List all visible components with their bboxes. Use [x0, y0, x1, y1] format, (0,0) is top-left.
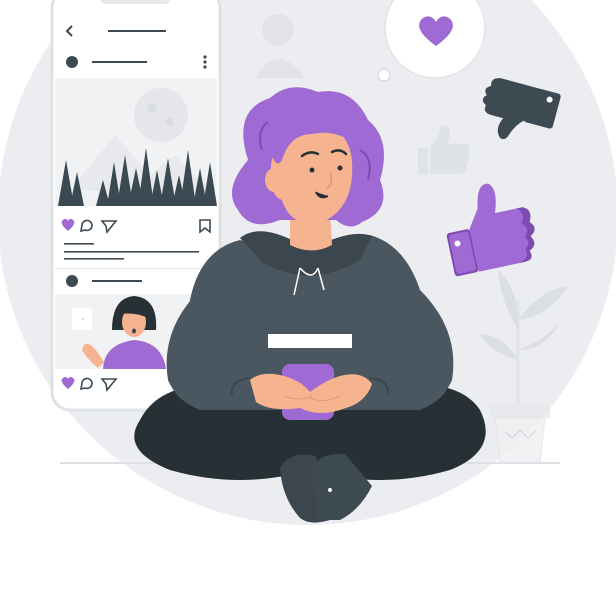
caption-line [64, 243, 94, 245]
moon [134, 88, 188, 142]
divider [55, 268, 217, 269]
post-username-line [92, 280, 142, 282]
caption-line [64, 258, 124, 260]
illustration [0, 0, 616, 525]
bubble-dot [377, 68, 391, 82]
ear [265, 168, 283, 192]
hoodie-stripe [268, 334, 352, 348]
post-username-line [92, 61, 147, 63]
post-avatar [66, 56, 78, 68]
post-avatar [66, 275, 78, 287]
phone-notch [100, 0, 170, 4]
more-icon [203, 55, 207, 69]
caption-line [64, 251, 199, 253]
header-line [108, 30, 166, 32]
